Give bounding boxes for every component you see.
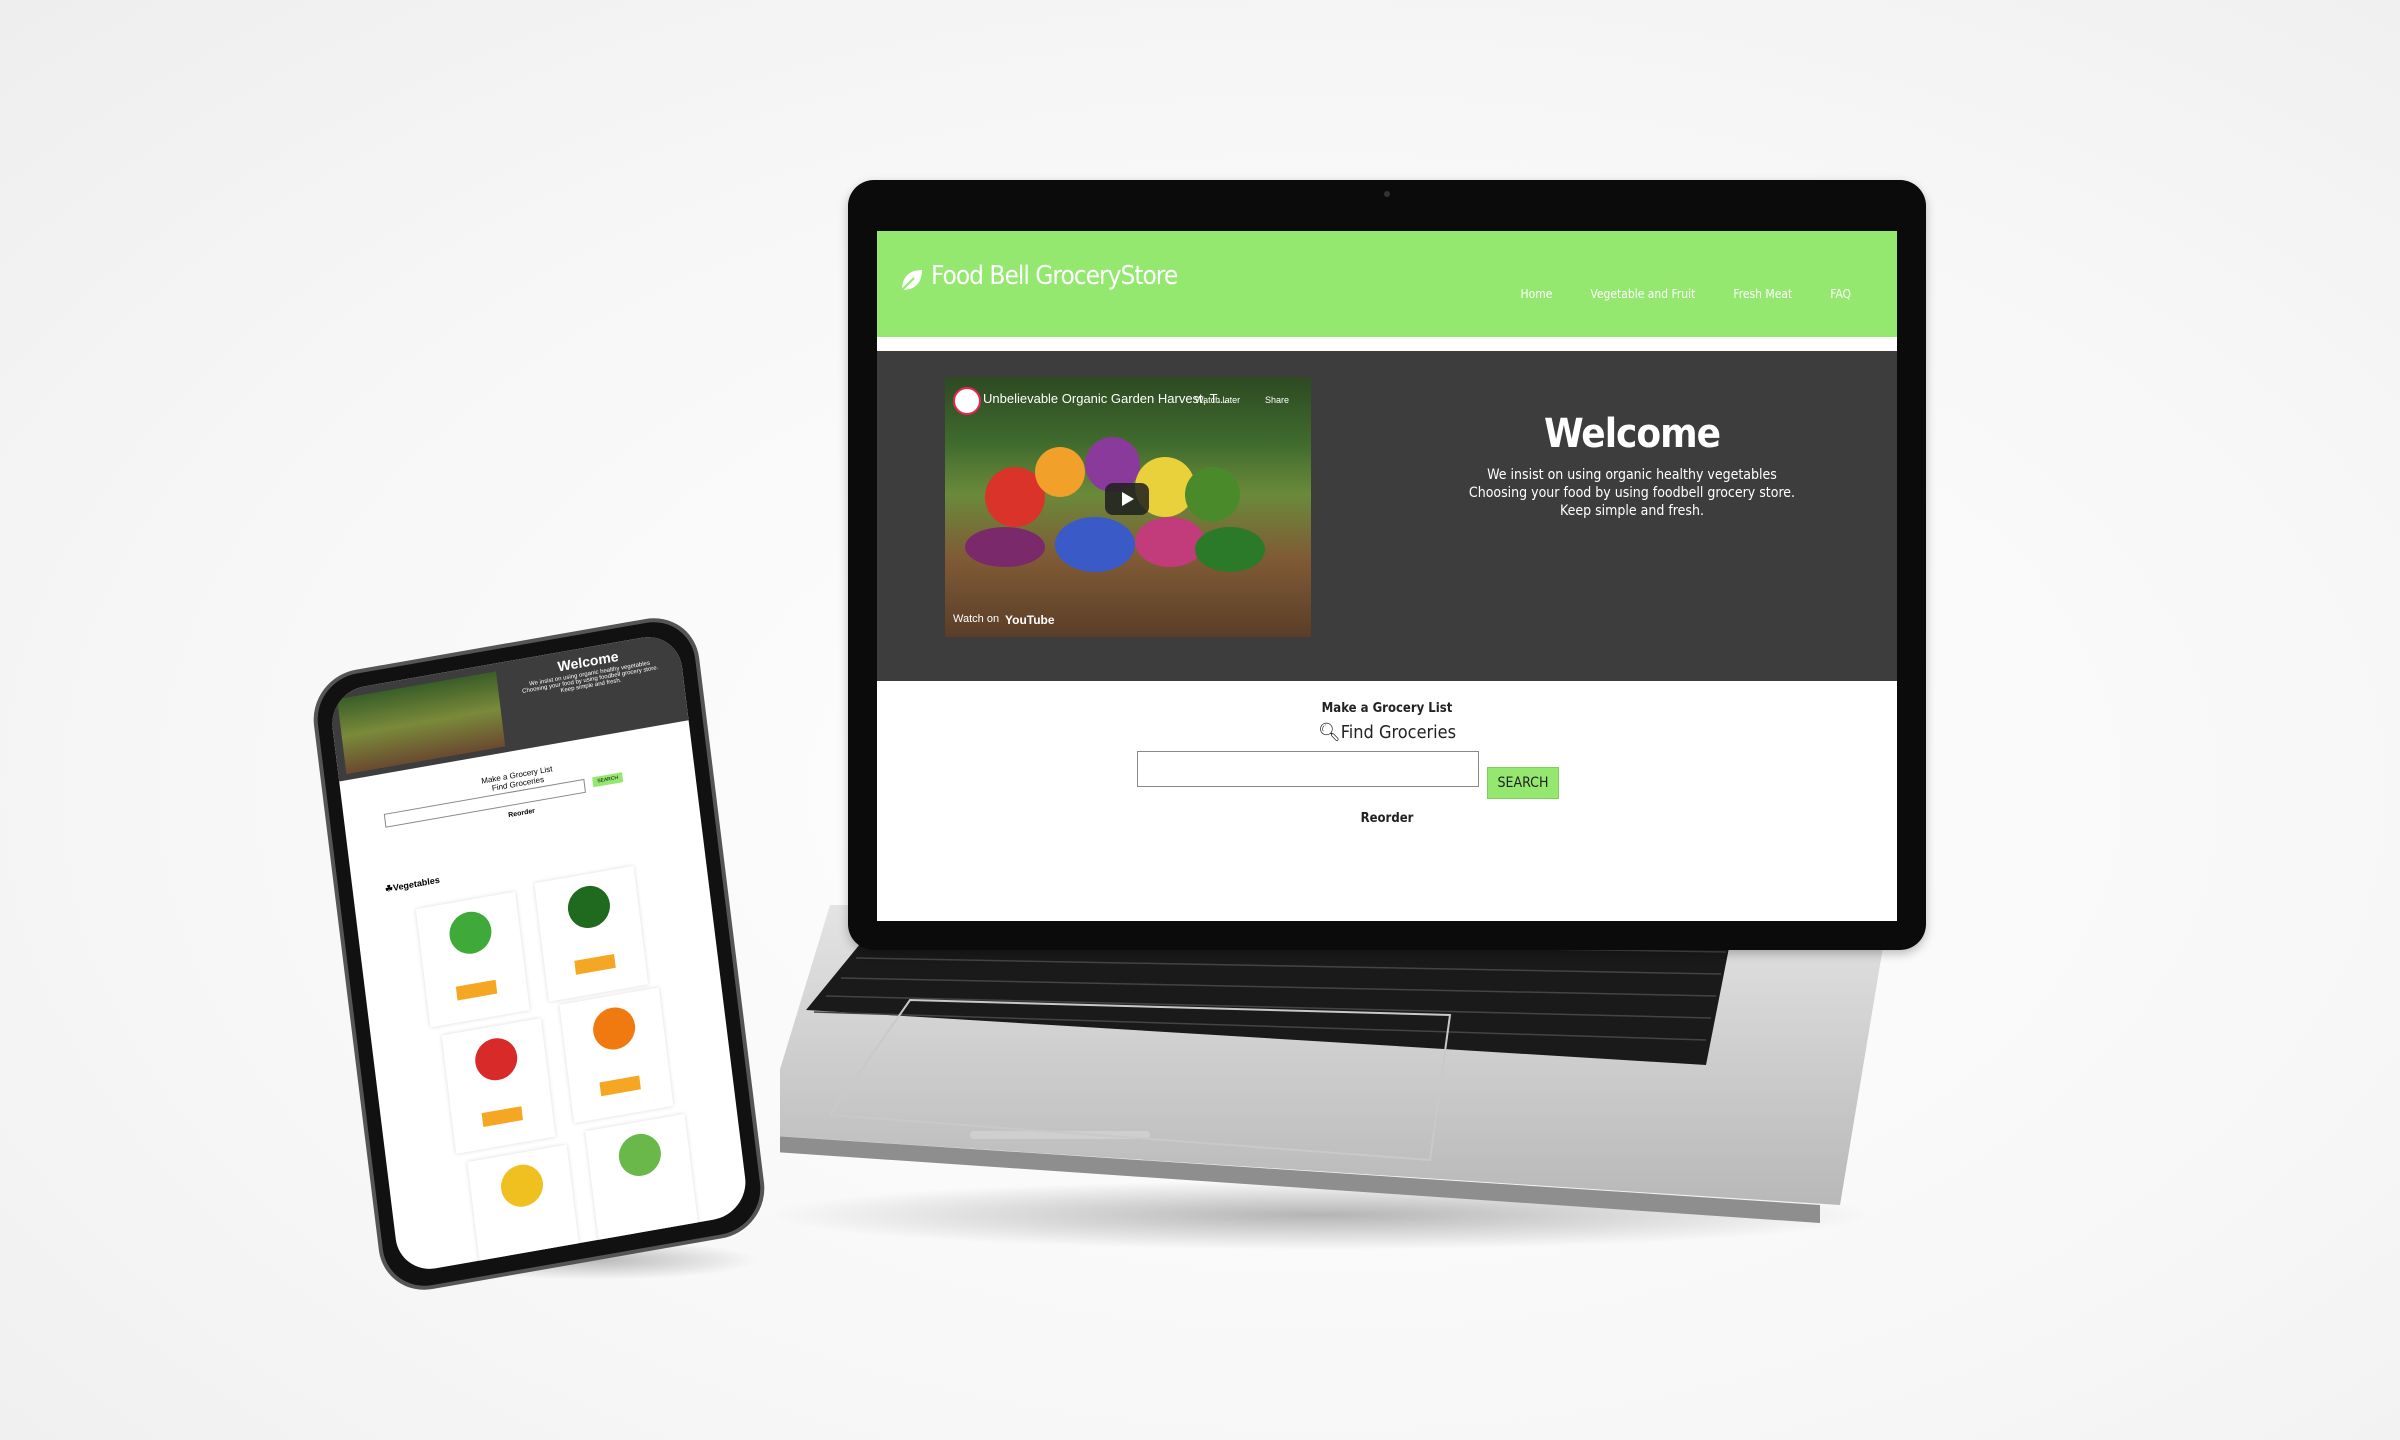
camera bbox=[1384, 191, 1390, 197]
find-groceries-label: 🔍︎Find Groceries bbox=[1317, 722, 1457, 743]
trackpad bbox=[830, 998, 1452, 1162]
product-image bbox=[472, 1034, 520, 1084]
phone-welcome: Welcome We insist on using organic healt… bbox=[503, 639, 676, 704]
product-image bbox=[447, 908, 494, 958]
search-section: Make a Grocery List 🔍︎Find Groceries SEA… bbox=[877, 701, 1897, 826]
site-logo-text[interactable]: Food Bell GroceryStore bbox=[931, 261, 1178, 291]
video-title[interactable]: Unbelievable Organic Garden Harvest, T..… bbox=[983, 391, 1227, 406]
leaf-logo-icon bbox=[901, 270, 922, 291]
watch-on-label[interactable]: Watch on bbox=[953, 613, 999, 625]
welcome-line-2: Choosing your food by using foodbell gro… bbox=[1468, 485, 1796, 501]
watch-later-button[interactable]: Watch later bbox=[1195, 395, 1240, 405]
product-card[interactable] bbox=[467, 1144, 582, 1275]
share-button[interactable]: Share bbox=[1265, 395, 1289, 405]
product-image bbox=[590, 1004, 638, 1053]
laptop-lid: Food Bell GroceryStore Home Vegetable an… bbox=[848, 180, 1926, 950]
reorder-link[interactable]: Reorder bbox=[877, 811, 1897, 826]
add-button[interactable] bbox=[481, 1106, 524, 1127]
search-row: SEARCH bbox=[1137, 751, 1559, 799]
add-button[interactable] bbox=[455, 979, 498, 1001]
add-button[interactable] bbox=[599, 1075, 641, 1097]
nav-fresh-meat[interactable]: Fresh Meat bbox=[1733, 287, 1792, 301]
main-nav: Home Vegetable and Fruit Fresh Meat FAQ bbox=[1521, 287, 1852, 301]
product-card[interactable] bbox=[415, 891, 530, 1028]
welcome-line-1: We insist on using organic healthy veget… bbox=[1487, 467, 1777, 483]
product-card[interactable] bbox=[441, 1018, 556, 1154]
hero-section: Unbelievable Organic Garden Harvest, T..… bbox=[877, 351, 1897, 681]
product-image bbox=[565, 882, 613, 932]
search-icon: 🔍︎ bbox=[1317, 722, 1341, 743]
grocery-list-label: Make a Grocery List bbox=[1321, 701, 1453, 716]
welcome-line-3: Keep simple and fresh. bbox=[1560, 503, 1704, 519]
nav-faq[interactable]: FAQ bbox=[1830, 287, 1851, 301]
channel-avatar[interactable] bbox=[953, 387, 981, 415]
welcome-title: Welcome bbox=[1544, 411, 1721, 457]
welcome-block: Welcome We insist on using organic healt… bbox=[1432, 411, 1832, 521]
phone-vegetables-title: ☘︎Vegetables bbox=[384, 874, 441, 895]
phone-video[interactable] bbox=[337, 671, 506, 775]
nav-vegetable-fruit[interactable]: Vegetable and Fruit bbox=[1590, 287, 1695, 301]
product-image bbox=[498, 1161, 546, 1211]
nav-home[interactable]: Home bbox=[1521, 287, 1553, 301]
product-card[interactable] bbox=[585, 1113, 700, 1250]
youtube-logo[interactable]: YouTube bbox=[1005, 613, 1055, 627]
product-image bbox=[616, 1130, 664, 1180]
add-button[interactable] bbox=[574, 953, 616, 975]
youtube-video[interactable]: Unbelievable Organic Garden Harvest, T..… bbox=[945, 377, 1311, 637]
search-button[interactable]: SEARCH bbox=[1487, 767, 1559, 799]
search-input[interactable] bbox=[1137, 751, 1479, 787]
laptop-screen: Food Bell GroceryStore Home Vegetable an… bbox=[877, 231, 1897, 921]
phone: Welcome We insist on using organic healt… bbox=[308, 610, 770, 1298]
product-card[interactable] bbox=[559, 987, 674, 1124]
site-header: Food Bell GroceryStore Home Vegetable an… bbox=[877, 231, 1897, 351]
play-icon[interactable] bbox=[1105, 483, 1149, 515]
phone-screen: Welcome We insist on using organic healt… bbox=[328, 631, 750, 1275]
product-card[interactable] bbox=[534, 865, 649, 1002]
